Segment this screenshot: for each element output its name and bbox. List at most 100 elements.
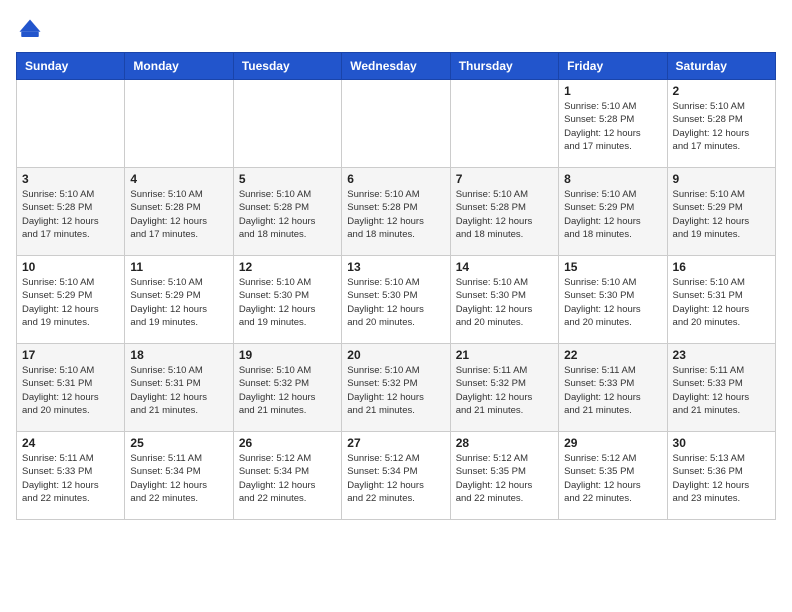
day-number: 28: [456, 436, 553, 450]
day-info: Sunrise: 5:12 AM Sunset: 5:34 PM Dayligh…: [347, 452, 444, 505]
day-info: Sunrise: 5:11 AM Sunset: 5:33 PM Dayligh…: [564, 364, 661, 417]
calendar-cell: 6 Sunrise: 5:10 AM Sunset: 5:28 PM Daylig…: [342, 168, 450, 256]
calendar-cell: 7 Sunrise: 5:10 AM Sunset: 5:28 PM Daylig…: [450, 168, 558, 256]
calendar-cell: 12 Sunrise: 5:10 AM Sunset: 5:30 PM Dayli…: [233, 256, 341, 344]
day-info: Sunrise: 5:12 AM Sunset: 5:34 PM Dayligh…: [239, 452, 336, 505]
calendar-cell: 29 Sunrise: 5:12 AM Sunset: 5:35 PM Dayli…: [559, 432, 667, 520]
day-number: 13: [347, 260, 444, 274]
day-info: Sunrise: 5:10 AM Sunset: 5:28 PM Dayligh…: [22, 188, 119, 241]
day-info: Sunrise: 5:10 AM Sunset: 5:31 PM Dayligh…: [22, 364, 119, 417]
day-info: Sunrise: 5:10 AM Sunset: 5:28 PM Dayligh…: [456, 188, 553, 241]
day-info: Sunrise: 5:10 AM Sunset: 5:32 PM Dayligh…: [347, 364, 444, 417]
calendar-week-row: 10 Sunrise: 5:10 AM Sunset: 5:29 PM Dayli…: [17, 256, 776, 344]
logo-icon: [16, 16, 44, 44]
day-number: 7: [456, 172, 553, 186]
calendar-cell: 25 Sunrise: 5:11 AM Sunset: 5:34 PM Dayli…: [125, 432, 233, 520]
day-info: Sunrise: 5:10 AM Sunset: 5:29 PM Dayligh…: [22, 276, 119, 329]
calendar-cell: 28 Sunrise: 5:12 AM Sunset: 5:35 PM Dayli…: [450, 432, 558, 520]
day-number: 26: [239, 436, 336, 450]
day-number: 12: [239, 260, 336, 274]
day-number: 24: [22, 436, 119, 450]
day-info: Sunrise: 5:10 AM Sunset: 5:30 PM Dayligh…: [239, 276, 336, 329]
day-number: 25: [130, 436, 227, 450]
calendar-cell: 8 Sunrise: 5:10 AM Sunset: 5:29 PM Daylig…: [559, 168, 667, 256]
day-of-week-header: Saturday: [667, 53, 775, 80]
day-info: Sunrise: 5:10 AM Sunset: 5:28 PM Dayligh…: [130, 188, 227, 241]
calendar-week-row: 24 Sunrise: 5:11 AM Sunset: 5:33 PM Dayli…: [17, 432, 776, 520]
day-number: 10: [22, 260, 119, 274]
page-header: [16, 16, 776, 44]
calendar-cell: 15Sunrise: 5:10 AM Sunset: 5:30 PM Dayli…: [559, 256, 667, 344]
calendar-cell: 11 Sunrise: 5:10 AM Sunset: 5:29 PM Dayli…: [125, 256, 233, 344]
day-number: 14: [456, 260, 553, 274]
day-info: Sunrise: 5:10 AM Sunset: 5:30 PM Dayligh…: [456, 276, 553, 329]
day-number: 20: [347, 348, 444, 362]
day-number: 5: [239, 172, 336, 186]
calendar-cell: 27Sunrise: 5:12 AM Sunset: 5:34 PM Dayli…: [342, 432, 450, 520]
calendar-cell: 1 Sunrise: 5:10 AM Sunset: 5:28 PM Daylig…: [559, 80, 667, 168]
calendar-cell: 9 Sunrise: 5:10 AM Sunset: 5:29 PM Daylig…: [667, 168, 775, 256]
calendar-cell: 17 Sunrise: 5:10 AM Sunset: 5:31 PM Dayli…: [17, 344, 125, 432]
calendar-cell: 23 Sunrise: 5:11 AM Sunset: 5:33 PM Dayli…: [667, 344, 775, 432]
calendar-cell: [450, 80, 558, 168]
day-of-week-header: Sunday: [17, 53, 125, 80]
calendar-cell: 10 Sunrise: 5:10 AM Sunset: 5:29 PM Dayli…: [17, 256, 125, 344]
calendar-cell: 19 Sunrise: 5:10 AM Sunset: 5:32 PM Dayli…: [233, 344, 341, 432]
day-of-week-header: Thursday: [450, 53, 558, 80]
day-info: Sunrise: 5:11 AM Sunset: 5:33 PM Dayligh…: [673, 364, 770, 417]
day-info: Sunrise: 5:10 AM Sunset: 5:30 PM Dayligh…: [564, 276, 661, 329]
day-of-week-header: Tuesday: [233, 53, 341, 80]
day-info: Sunrise: 5:10 AM Sunset: 5:29 PM Dayligh…: [673, 188, 770, 241]
day-info: Sunrise: 5:10 AM Sunset: 5:28 PM Dayligh…: [239, 188, 336, 241]
day-info: Sunrise: 5:10 AM Sunset: 5:32 PM Dayligh…: [239, 364, 336, 417]
day-of-week-header: Friday: [559, 53, 667, 80]
day-number: 4: [130, 172, 227, 186]
day-number: 9: [673, 172, 770, 186]
day-number: 19: [239, 348, 336, 362]
day-number: 16: [673, 260, 770, 274]
calendar-cell: 13 Sunrise: 5:10 AM Sunset: 5:30 PM Dayli…: [342, 256, 450, 344]
day-info: Sunrise: 5:10 AM Sunset: 5:28 PM Dayligh…: [564, 100, 661, 153]
calendar-cell: [233, 80, 341, 168]
day-number: 2: [673, 84, 770, 98]
day-info: Sunrise: 5:10 AM Sunset: 5:28 PM Dayligh…: [347, 188, 444, 241]
day-info: Sunrise: 5:10 AM Sunset: 5:30 PM Dayligh…: [347, 276, 444, 329]
day-number: 29: [564, 436, 661, 450]
day-info: Sunrise: 5:11 AM Sunset: 5:33 PM Dayligh…: [22, 452, 119, 505]
day-info: Sunrise: 5:10 AM Sunset: 5:29 PM Dayligh…: [130, 276, 227, 329]
day-number: 8: [564, 172, 661, 186]
day-info: Sunrise: 5:12 AM Sunset: 5:35 PM Dayligh…: [456, 452, 553, 505]
calendar-cell: 16 Sunrise: 5:10 AM Sunset: 5:31 PM Dayli…: [667, 256, 775, 344]
calendar-cell: 20 Sunrise: 5:10 AM Sunset: 5:32 PM Dayli…: [342, 344, 450, 432]
day-number: 11: [130, 260, 227, 274]
calendar-week-row: 1 Sunrise: 5:10 AM Sunset: 5:28 PM Daylig…: [17, 80, 776, 168]
calendar-cell: 21 Sunrise: 5:11 AM Sunset: 5:32 PM Dayli…: [450, 344, 558, 432]
calendar-cell: 14 Sunrise: 5:10 AM Sunset: 5:30 PM Dayli…: [450, 256, 558, 344]
day-info: Sunrise: 5:11 AM Sunset: 5:32 PM Dayligh…: [456, 364, 553, 417]
day-number: 17: [22, 348, 119, 362]
calendar-week-row: 17 Sunrise: 5:10 AM Sunset: 5:31 PM Dayli…: [17, 344, 776, 432]
day-number: 22: [564, 348, 661, 362]
calendar-cell: [125, 80, 233, 168]
calendar-cell: [17, 80, 125, 168]
day-info: Sunrise: 5:10 AM Sunset: 5:28 PM Dayligh…: [673, 100, 770, 153]
calendar-header-row: SundayMondayTuesdayWednesdayThursdayFrid…: [17, 53, 776, 80]
day-number: 6: [347, 172, 444, 186]
day-info: Sunrise: 5:10 AM Sunset: 5:31 PM Dayligh…: [130, 364, 227, 417]
day-info: Sunrise: 5:10 AM Sunset: 5:31 PM Dayligh…: [673, 276, 770, 329]
calendar-week-row: 3 Sunrise: 5:10 AM Sunset: 5:28 PM Daylig…: [17, 168, 776, 256]
day-info: Sunrise: 5:10 AM Sunset: 5:29 PM Dayligh…: [564, 188, 661, 241]
day-number: 1: [564, 84, 661, 98]
day-number: 18: [130, 348, 227, 362]
calendar-cell: 18 Sunrise: 5:10 AM Sunset: 5:31 PM Dayli…: [125, 344, 233, 432]
calendar-table: SundayMondayTuesdayWednesdayThursdayFrid…: [16, 52, 776, 520]
day-number: 21: [456, 348, 553, 362]
calendar-cell: 24 Sunrise: 5:11 AM Sunset: 5:33 PM Dayli…: [17, 432, 125, 520]
day-number: 3: [22, 172, 119, 186]
day-of-week-header: Wednesday: [342, 53, 450, 80]
day-info: Sunrise: 5:11 AM Sunset: 5:34 PM Dayligh…: [130, 452, 227, 505]
day-number: 23: [673, 348, 770, 362]
calendar-cell: 30Sunrise: 5:13 AM Sunset: 5:36 PM Dayli…: [667, 432, 775, 520]
day-info: Sunrise: 5:12 AM Sunset: 5:35 PM Dayligh…: [564, 452, 661, 505]
calendar-cell: 4 Sunrise: 5:10 AM Sunset: 5:28 PM Daylig…: [125, 168, 233, 256]
